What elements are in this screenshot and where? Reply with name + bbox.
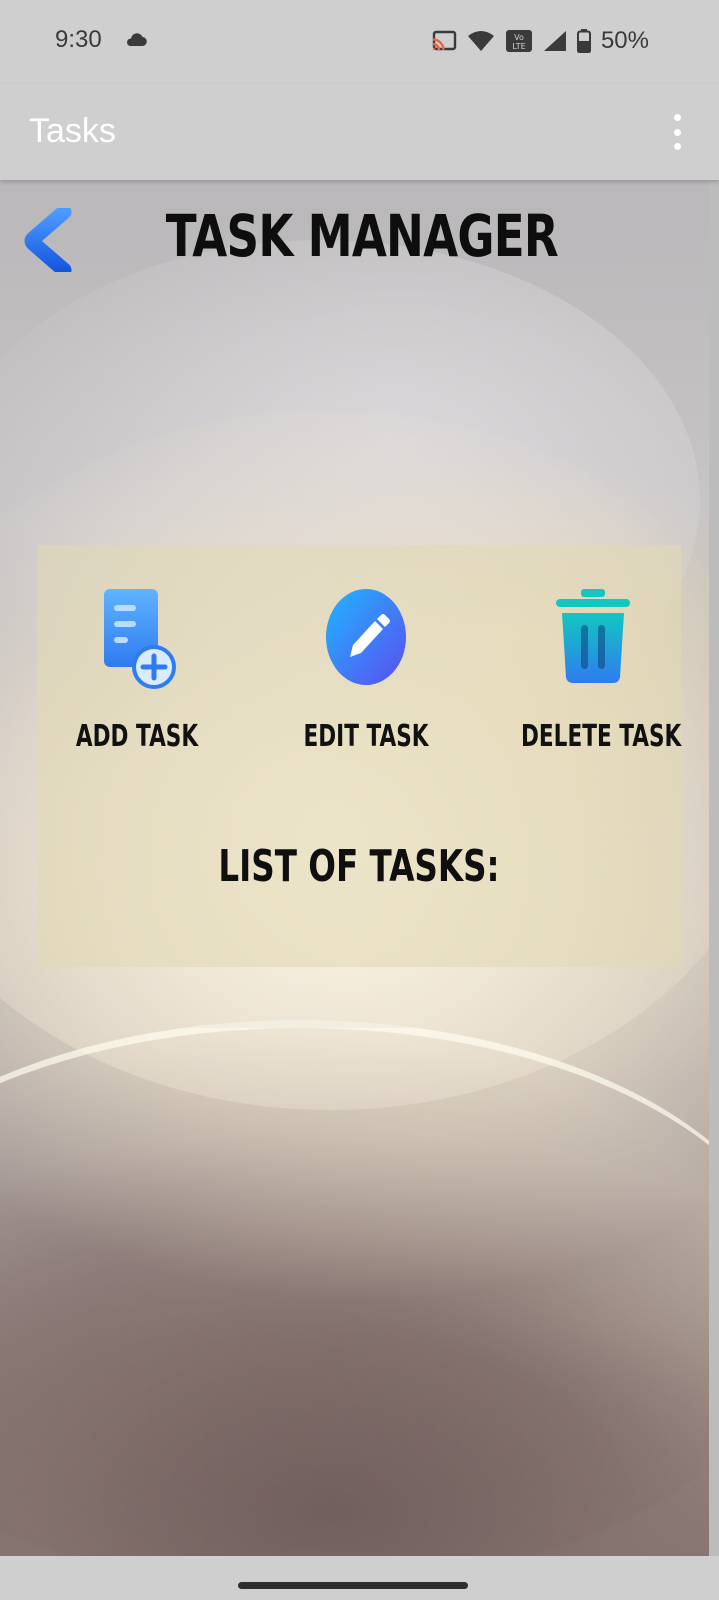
svg-text:LTE: LTE: [512, 42, 525, 51]
edit-task-button[interactable]: EDIT TASK: [266, 587, 466, 754]
cast-icon: [432, 30, 457, 51]
more-vert-icon[interactable]: [671, 114, 683, 150]
volte-icon: Vo LTE: [505, 30, 532, 52]
add-task-label: ADD TASK: [75, 719, 199, 754]
battery-percent: 50%: [600, 27, 649, 54]
delete-task-button[interactable]: DELETE TASK: [493, 587, 693, 754]
status-bar: 9:30 Vo LTE 50%: [0, 0, 719, 84]
navigation-bar: [0, 1556, 719, 1600]
trash-icon: [556, 589, 630, 683]
back-button[interactable]: [24, 204, 80, 278]
task-list-heading: LIST OF TASKS:: [218, 841, 500, 892]
status-time: 9:30: [55, 26, 102, 53]
chevron-left-icon: [24, 204, 72, 278]
page-title: TASK MANAGER: [165, 202, 559, 270]
scroll-edge: [709, 180, 719, 1556]
delete-task-label: DELETE TASK: [521, 719, 682, 754]
cloud-icon: [127, 33, 147, 47]
edit-pencil-icon: [326, 589, 406, 685]
status-icons: Vo LTE 50%: [431, 26, 649, 56]
app-title: Tasks: [29, 112, 116, 150]
menu-dot: [673, 128, 681, 136]
battery-icon: [576, 29, 591, 53]
wifi-icon: [467, 31, 494, 51]
edit-task-label: EDIT TASK: [303, 719, 429, 754]
add-document-icon: [104, 589, 176, 689]
menu-dot: [673, 143, 681, 150]
svg-text:Vo: Vo: [514, 33, 524, 42]
app-bar: Tasks: [0, 84, 719, 180]
cell-signal-icon: [543, 31, 566, 51]
gesture-handle[interactable]: [238, 1582, 468, 1589]
menu-dot: [673, 114, 681, 121]
add-task-button[interactable]: ADD TASK: [37, 587, 237, 754]
background-curve: [0, 1020, 709, 1556]
task-panel: ADD TASK EDIT TASK DELETE TASK LIST OF T…: [37, 545, 681, 967]
